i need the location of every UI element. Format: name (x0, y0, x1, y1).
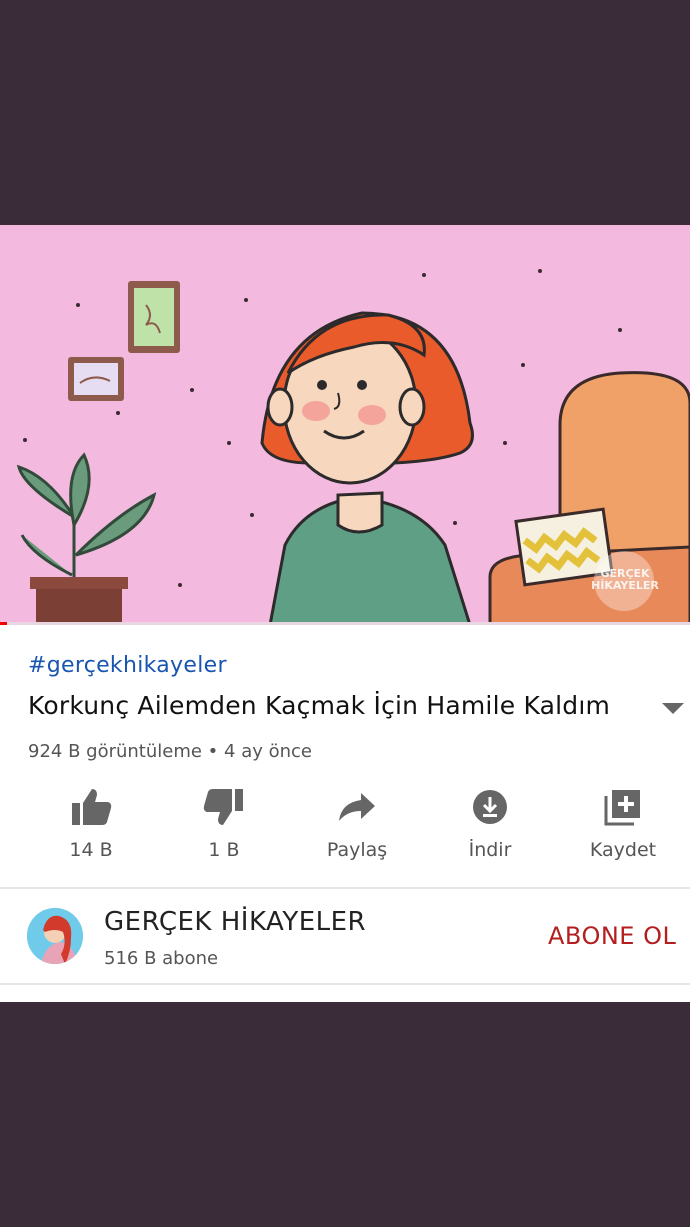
share-icon (297, 785, 417, 829)
video-title: Korkunç Ailemden Kaçmak İçin Hamile Kald… (28, 691, 611, 720)
divider (0, 983, 690, 985)
video-info-panel: #gerçekhikayeler Korkunç Ailemden Kaçmak… (0, 625, 690, 1002)
like-icon (31, 785, 151, 829)
like-count: 14 B (69, 839, 113, 861)
divider (0, 887, 690, 889)
subscriber-count: 516 B abone (104, 948, 219, 969)
chevron-down-icon[interactable] (662, 703, 684, 714)
video-player[interactable]: GERÇEK HİKAYELER (0, 225, 690, 625)
dislike-count: 1 B (208, 839, 240, 861)
download-label: İndir (468, 839, 512, 861)
save-icon (563, 785, 683, 829)
watermark-line2: HİKAYELER (591, 579, 659, 592)
video-thumbnail (0, 225, 690, 625)
channel-avatar[interactable] (27, 908, 83, 964)
save-label: Kaydet (589, 839, 657, 861)
video-meta: 924 B görüntüleme • 4 ay önce (28, 741, 312, 762)
subscribe-button[interactable]: ABONE OL (548, 922, 676, 950)
share-button[interactable]: Paylaş (297, 785, 417, 875)
action-bar: 14 B 1 B Paylaş İndir Kaydet (0, 785, 690, 875)
dislike-button[interactable]: 1 B (164, 785, 284, 875)
channel-row[interactable]: GERÇEK HİKAYELER 516 B abone ABONE OL (0, 890, 690, 986)
hashtag-link[interactable]: #gerçekhikayeler (28, 653, 227, 678)
save-button[interactable]: Kaydet (563, 785, 683, 875)
channel-name[interactable]: GERÇEK HİKAYELER (104, 907, 366, 937)
download-button[interactable]: İndir (430, 785, 550, 875)
watermark: GERÇEK HİKAYELER (590, 568, 660, 592)
share-label: Paylaş (326, 839, 388, 861)
like-button[interactable]: 14 B (31, 785, 151, 875)
download-icon (430, 785, 550, 829)
dislike-icon (164, 785, 284, 829)
